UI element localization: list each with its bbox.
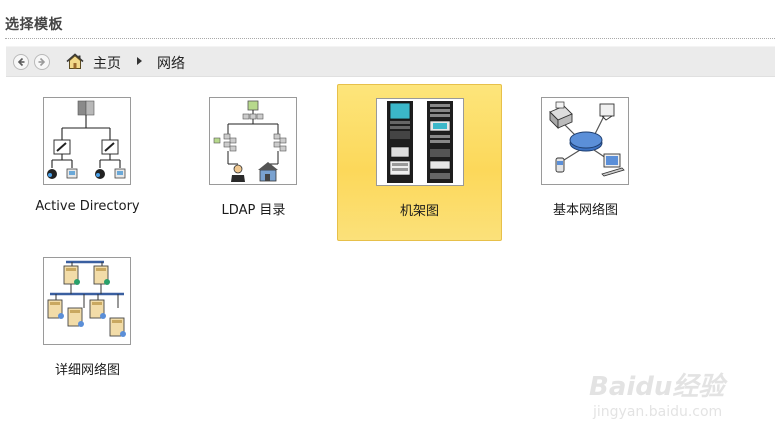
basic-network-icon xyxy=(541,97,629,185)
template-active-directory[interactable]: Active Directory xyxy=(5,86,170,243)
template-basic-network[interactable]: 基本网络图 xyxy=(503,86,668,243)
template-label: 详细网络图 xyxy=(54,363,120,378)
template-detailed-network[interactable]: 详细网络图 xyxy=(5,246,170,403)
template-label: LDAP 目录 xyxy=(221,203,286,218)
template-label: Active Directory xyxy=(35,199,140,214)
ldap-directory-icon xyxy=(209,97,297,185)
template-rack-diagram[interactable]: 机架图 xyxy=(337,84,502,241)
detailed-network-icon xyxy=(43,257,131,345)
forward-button[interactable] xyxy=(34,54,50,70)
breadcrumb-separator-icon xyxy=(137,57,142,65)
page-title: 选择模板 xyxy=(5,17,63,33)
breadcrumb-current[interactable]: 网络 xyxy=(157,53,185,73)
template-chooser: 选择模板 主页 网络 Active Directory LDAP 目录 机架图 … xyxy=(0,0,779,436)
breadcrumb-home[interactable]: 主页 xyxy=(93,53,121,73)
active-directory-icon xyxy=(43,97,131,185)
template-label: 机架图 xyxy=(399,204,439,219)
home-icon[interactable] xyxy=(66,53,84,70)
title-divider xyxy=(5,38,775,39)
watermark-url: jingyan.baidu.com xyxy=(593,404,723,420)
baidu-watermark-logo: Baidu经验 jingyan.baidu.com xyxy=(589,362,739,432)
watermark-brand: Baidu经验 xyxy=(589,372,725,402)
breadcrumb-bar: 主页 网络 xyxy=(6,46,775,77)
template-label: 基本网络图 xyxy=(552,203,618,218)
back-button[interactable] xyxy=(13,54,29,70)
arrow-right-icon xyxy=(38,57,46,67)
rack-diagram-icon xyxy=(376,98,464,186)
arrow-left-icon xyxy=(17,57,25,67)
template-ldap-directory[interactable]: LDAP 目录 xyxy=(171,86,336,243)
